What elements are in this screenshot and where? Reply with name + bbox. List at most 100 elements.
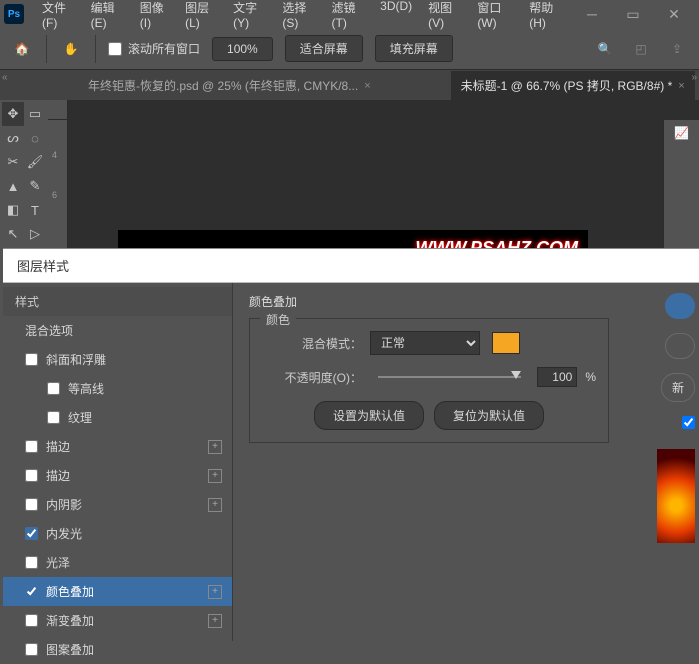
gradient-overlay-item[interactable]: 渐变叠加+ xyxy=(3,606,232,635)
preview-checkbox[interactable] xyxy=(682,416,695,429)
add-inner-shadow-icon[interactable]: + xyxy=(208,498,222,512)
scroll-all-windows-label: 滚动所有窗口 xyxy=(128,40,200,57)
blending-options-item[interactable]: 混合选项 xyxy=(3,316,232,345)
scroll-all-windows-input[interactable] xyxy=(108,42,122,56)
menu-type[interactable]: 文字(Y) xyxy=(225,0,274,36)
inner-shadow-item[interactable]: 内阴影+ xyxy=(3,490,232,519)
bevel-checkbox[interactable] xyxy=(25,353,38,366)
crop-tool[interactable]: ✂ xyxy=(2,150,24,174)
zoom-level-button[interactable]: 100% xyxy=(212,37,273,61)
bevel-emboss-item[interactable]: 斜面和浮雕 xyxy=(3,345,232,374)
color-swatch[interactable] xyxy=(492,332,520,354)
canvas-wrap: 0 2 4 6 8 10 12 14 16 18 20 22 24 26 4 6 xyxy=(48,100,699,250)
inner-shadow-checkbox[interactable] xyxy=(25,498,38,511)
opacity-input[interactable] xyxy=(537,367,577,387)
default-buttons-row: 设置为默认值 复位为默认值 xyxy=(262,401,596,430)
effect-settings-panel: 颜色叠加 颜色 混合模式： 正常 不透明度(O)： % 设置为默认 xyxy=(233,283,655,641)
scroll-all-windows-checkbox[interactable]: 滚动所有窗口 xyxy=(108,40,200,57)
preview-input[interactable] xyxy=(682,416,695,429)
contour-item[interactable]: 等高线 xyxy=(3,374,232,403)
lasso-tool[interactable]: ᔕ xyxy=(2,126,24,150)
layer-style-dialog: 图层样式 样式 混合选项 斜面和浮雕 等高线 纹理 描边+ 描边+ 内阴影+ 内… xyxy=(3,248,699,641)
ruler-vertical[interactable]: 4 6 xyxy=(48,120,68,250)
ruler-corner xyxy=(48,100,68,120)
menu-filter[interactable]: 滤镜(T) xyxy=(324,0,373,36)
type-tool[interactable]: T xyxy=(24,198,46,222)
texture-checkbox[interactable] xyxy=(47,411,60,424)
stroke-item-2[interactable]: 描边+ xyxy=(3,461,232,490)
ok-button[interactable] xyxy=(665,293,695,319)
slider-thumb-icon[interactable] xyxy=(511,371,521,379)
menu-layer[interactable]: 图层(L) xyxy=(177,0,225,36)
frame-icon[interactable]: ◰ xyxy=(629,37,653,61)
inner-glow-checkbox[interactable] xyxy=(25,527,38,540)
frame-label: 颜色 xyxy=(260,311,296,328)
direct-select-tool[interactable]: ▷ xyxy=(24,222,46,246)
close-button[interactable]: ✕ xyxy=(661,4,687,24)
satin-item[interactable]: 光泽 xyxy=(3,548,232,577)
expand-panels-right-icon[interactable]: » xyxy=(691,72,697,83)
reset-default-button[interactable]: 复位为默认值 xyxy=(434,401,544,430)
expand-panels-left-icon[interactable]: « xyxy=(2,72,8,83)
brush-tool[interactable]: 🖌 xyxy=(24,150,46,174)
move-tool[interactable]: ✥ xyxy=(2,102,24,126)
blend-mode-label: 混合模式： xyxy=(262,335,362,352)
menu-select[interactable]: 选择(S) xyxy=(274,0,323,36)
home-icon[interactable]: 🏠 xyxy=(10,37,34,61)
options-right: 🔍 ◰ ⇪ xyxy=(593,37,689,61)
blend-mode-select[interactable]: 正常 xyxy=(370,331,480,355)
new-style-button[interactable]: 新 xyxy=(661,373,695,402)
set-default-button[interactable]: 设置为默认值 xyxy=(314,401,424,430)
add-color-overlay-icon[interactable]: + xyxy=(208,585,222,599)
menu-edit[interactable]: 编辑(E) xyxy=(83,0,132,36)
styles-header[interactable]: 样式 xyxy=(3,287,232,316)
collapsed-panels[interactable]: 📈 xyxy=(663,120,699,250)
stroke-item-1[interactable]: 描边+ xyxy=(3,432,232,461)
clone-tool[interactable]: ▲ xyxy=(2,174,24,198)
path-tool[interactable]: ↖ xyxy=(2,222,24,246)
satin-checkbox[interactable] xyxy=(25,556,38,569)
add-stroke-icon[interactable]: + xyxy=(208,440,222,454)
canvas[interactable]: WWW.PSAHZ.COM xyxy=(68,120,663,250)
minimize-button[interactable]: ─ xyxy=(579,4,605,24)
menu-window[interactable]: 窗口(W) xyxy=(469,0,521,36)
fill-screen-button[interactable]: 填充屏幕 xyxy=(375,35,453,62)
quick-select-tool[interactable]: ◌ xyxy=(24,126,46,150)
contour-checkbox[interactable] xyxy=(47,382,60,395)
cancel-button[interactable] xyxy=(665,333,695,359)
menu-3d[interactable]: 3D(D) xyxy=(372,0,420,36)
color-overlay-checkbox[interactable] xyxy=(25,585,38,598)
inner-glow-item[interactable]: 内发光 xyxy=(3,519,232,548)
marquee-tool[interactable]: ▭ xyxy=(24,102,46,126)
menu-image[interactable]: 图像(I) xyxy=(132,0,177,36)
opacity-slider[interactable] xyxy=(378,376,521,378)
menu-view[interactable]: 视图(V) xyxy=(420,0,469,36)
menu-file[interactable]: 文件(F) xyxy=(34,0,83,36)
title-bar: Ps 文件(F) 编辑(E) 图像(I) 图层(L) 文字(Y) 选择(S) 滤… xyxy=(0,0,699,28)
hand-tool-icon[interactable]: ✋ xyxy=(59,37,83,61)
adjustments-panel-icon[interactable]: 📈 xyxy=(674,126,689,140)
gradient-tool[interactable]: ◧ xyxy=(2,198,24,222)
stroke2-checkbox[interactable] xyxy=(25,469,38,482)
stroke1-checkbox[interactable] xyxy=(25,440,38,453)
texture-item[interactable]: 纹理 xyxy=(3,403,232,432)
add-stroke-icon[interactable]: + xyxy=(208,469,222,483)
maximize-button[interactable]: ▭ xyxy=(620,4,646,24)
tab-document-1[interactable]: 年终钜惠-恢复的.psd @ 25% (年终钜惠, CMYK/8... × xyxy=(78,71,381,100)
preview-thumbnail xyxy=(657,449,695,543)
color-overlay-item[interactable]: 颜色叠加+ xyxy=(3,577,232,606)
tab-close-icon[interactable]: × xyxy=(678,80,684,92)
fit-screen-button[interactable]: 适合屏幕 xyxy=(285,35,363,62)
tab-label: 年终钜惠-恢复的.psd @ 25% (年终钜惠, CMYK/8... xyxy=(88,77,358,94)
eraser-tool[interactable]: ✎ xyxy=(24,174,46,198)
add-gradient-overlay-icon[interactable]: + xyxy=(208,614,222,628)
search-icon[interactable]: 🔍 xyxy=(593,37,617,61)
pattern-overlay-checkbox[interactable] xyxy=(25,643,38,656)
percent-label: % xyxy=(585,370,596,384)
pattern-overlay-item[interactable]: 图案叠加 xyxy=(3,635,232,664)
tab-close-icon[interactable]: × xyxy=(364,80,370,92)
menu-help[interactable]: 帮助(H) xyxy=(521,0,571,36)
share-icon[interactable]: ⇪ xyxy=(665,37,689,61)
gradient-overlay-checkbox[interactable] xyxy=(25,614,38,627)
tab-document-2[interactable]: 未标题-1 @ 66.7% (PS 拷贝, RGB/8#) * × xyxy=(451,71,695,100)
